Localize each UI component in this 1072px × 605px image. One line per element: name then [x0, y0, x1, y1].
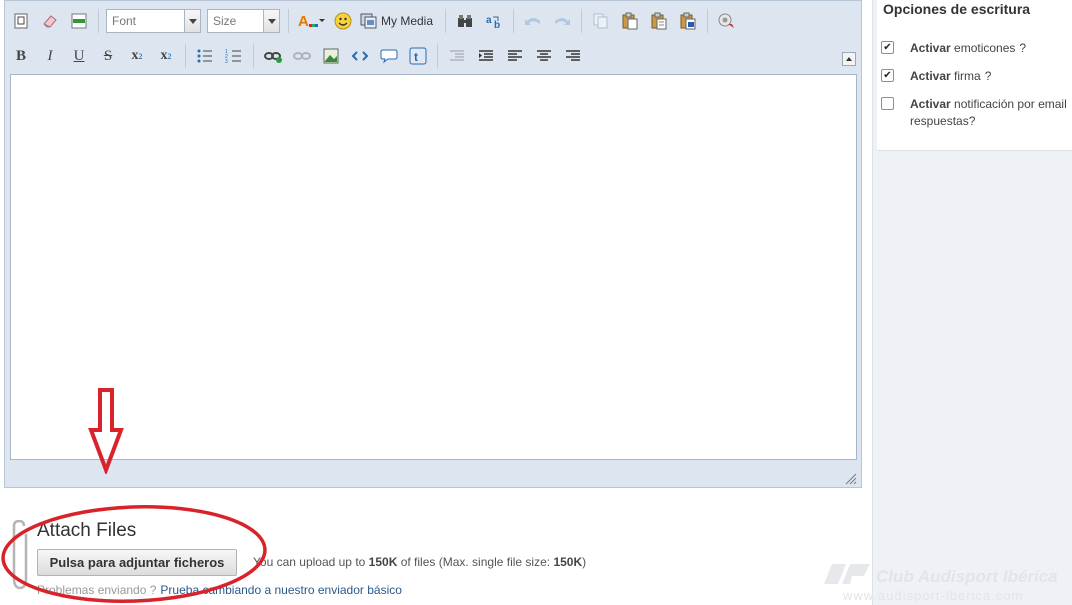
email-notification-checkbox[interactable] [881, 97, 894, 110]
bulleted-list-icon[interactable] [193, 44, 217, 68]
rich-text-editor: Font Size A My Media ab B I U S x 2 x 2 … [4, 0, 862, 488]
option-label: Activar firma? [910, 69, 992, 83]
replace-icon[interactable]: ab [482, 9, 506, 33]
chevron-down-icon [184, 10, 200, 32]
toolbar-separator [288, 9, 289, 33]
collapse-toolbar-button[interactable] [842, 52, 856, 66]
signature-checkbox[interactable] [881, 69, 894, 82]
undo-icon[interactable] [521, 9, 545, 33]
watermark-url: www.audisport-iberica.com [843, 588, 1024, 603]
svg-text:t: t [414, 50, 418, 64]
paste-icon[interactable] [618, 9, 642, 33]
option-label: Activar emoticones? [910, 41, 1027, 55]
font-select[interactable]: Font [106, 9, 201, 33]
toolbar-separator [445, 9, 447, 33]
svg-text:3: 3 [225, 59, 228, 64]
link-icon[interactable] [261, 44, 285, 68]
toolbar-separator [253, 44, 254, 68]
upload-limit-info: You can upload up to 150K of files (Max.… [253, 555, 587, 569]
option-label: Activar notificación por email respuestas… [910, 97, 1067, 128]
image-icon[interactable] [319, 44, 343, 68]
underline-button[interactable]: U [67, 44, 91, 68]
spellcheck-icon[interactable] [715, 9, 739, 33]
svg-text:b: b [494, 20, 500, 29]
copy-icon[interactable] [589, 9, 613, 33]
eraser-icon[interactable] [38, 9, 62, 33]
code-icon[interactable] [348, 44, 372, 68]
italic-button[interactable]: I [38, 44, 62, 68]
paste-word-icon[interactable] [676, 9, 700, 33]
media-icon [360, 13, 377, 29]
sidebar: Opciones de escritura Activar emoticones… [872, 0, 1072, 605]
paste-text-icon[interactable] [647, 9, 671, 33]
ellipse-annotation [1, 505, 267, 603]
quote-icon[interactable] [377, 44, 401, 68]
align-center-icon[interactable] [532, 44, 556, 68]
editor-toolbar-row-2: B I U S x2 x2 123 t [9, 41, 855, 71]
message-textarea[interactable] [10, 74, 857, 460]
numbered-list-icon[interactable]: 123 [222, 44, 246, 68]
toolbar-separator [581, 9, 583, 33]
post-editor-page: Font Size A My Media ab B I U S x 2 x 2 … [0, 0, 1072, 605]
find-icon[interactable] [453, 9, 477, 33]
subscript-glyph: x [131, 48, 139, 63]
subscript-mark: 2 [138, 51, 143, 61]
italic-glyph: I [47, 47, 53, 64]
svg-text:a: a [486, 15, 492, 26]
bold-button[interactable]: B [9, 44, 33, 68]
subscript-button[interactable]: x2 [125, 44, 149, 68]
horizontal-rule-icon[interactable] [67, 9, 91, 33]
size-select[interactable]: Size [207, 9, 280, 33]
toolbar-separator [707, 9, 709, 33]
strikethrough-button[interactable]: S [96, 44, 120, 68]
option-emoticons[interactable]: Activar emoticones? [881, 40, 1072, 57]
superscript-button[interactable]: x2 [154, 44, 178, 68]
strike-glyph: S [103, 47, 113, 64]
option-signature[interactable]: Activar firma? [881, 68, 1072, 85]
superscript-glyph: x [160, 48, 168, 63]
underline-glyph: U [73, 47, 85, 64]
resize-grip-icon[interactable] [843, 471, 857, 485]
toolbar-separator [437, 44, 438, 68]
toolbar-separator [185, 44, 186, 68]
size-select-value: Size [213, 14, 237, 28]
toolbar-separator [98, 9, 99, 33]
club-logo-watermark-icon [824, 564, 870, 584]
align-right-icon[interactable] [561, 44, 585, 68]
outdent-icon[interactable] [445, 44, 469, 68]
my-media-label: My Media [381, 14, 434, 28]
font-select-value: Font [112, 14, 137, 28]
twitter-icon[interactable]: t [406, 44, 430, 68]
superscript-mark: 2 [167, 51, 172, 61]
down-arrow-annotation-icon [88, 388, 124, 474]
smiley-icon[interactable] [331, 9, 355, 33]
writing-options-title: Opciones de escritura [883, 1, 1031, 17]
my-media-button[interactable]: My Media [360, 9, 433, 33]
editor-toolbar-row-1: Font Size A My Media ab [9, 6, 855, 36]
watermark-name: Club Audisport Ibérica [876, 567, 1058, 586]
redo-icon[interactable] [550, 9, 574, 33]
unlink-icon[interactable] [290, 44, 314, 68]
writing-options-panel: Opciones de escritura Activar emoticones… [877, 0, 1072, 151]
bold-glyph: B [15, 47, 26, 64]
indent-icon[interactable] [474, 44, 498, 68]
toolbar-separator [513, 9, 515, 33]
text-color-glyph: A [298, 13, 309, 30]
source-icon[interactable] [9, 9, 33, 33]
align-left-icon[interactable] [503, 44, 527, 68]
text-color-icon[interactable]: A [296, 9, 326, 33]
chevron-down-icon [263, 10, 279, 32]
option-email-notification[interactable]: Activar notificación por email respuestas… [881, 96, 1072, 130]
emoticons-checkbox[interactable] [881, 41, 894, 54]
